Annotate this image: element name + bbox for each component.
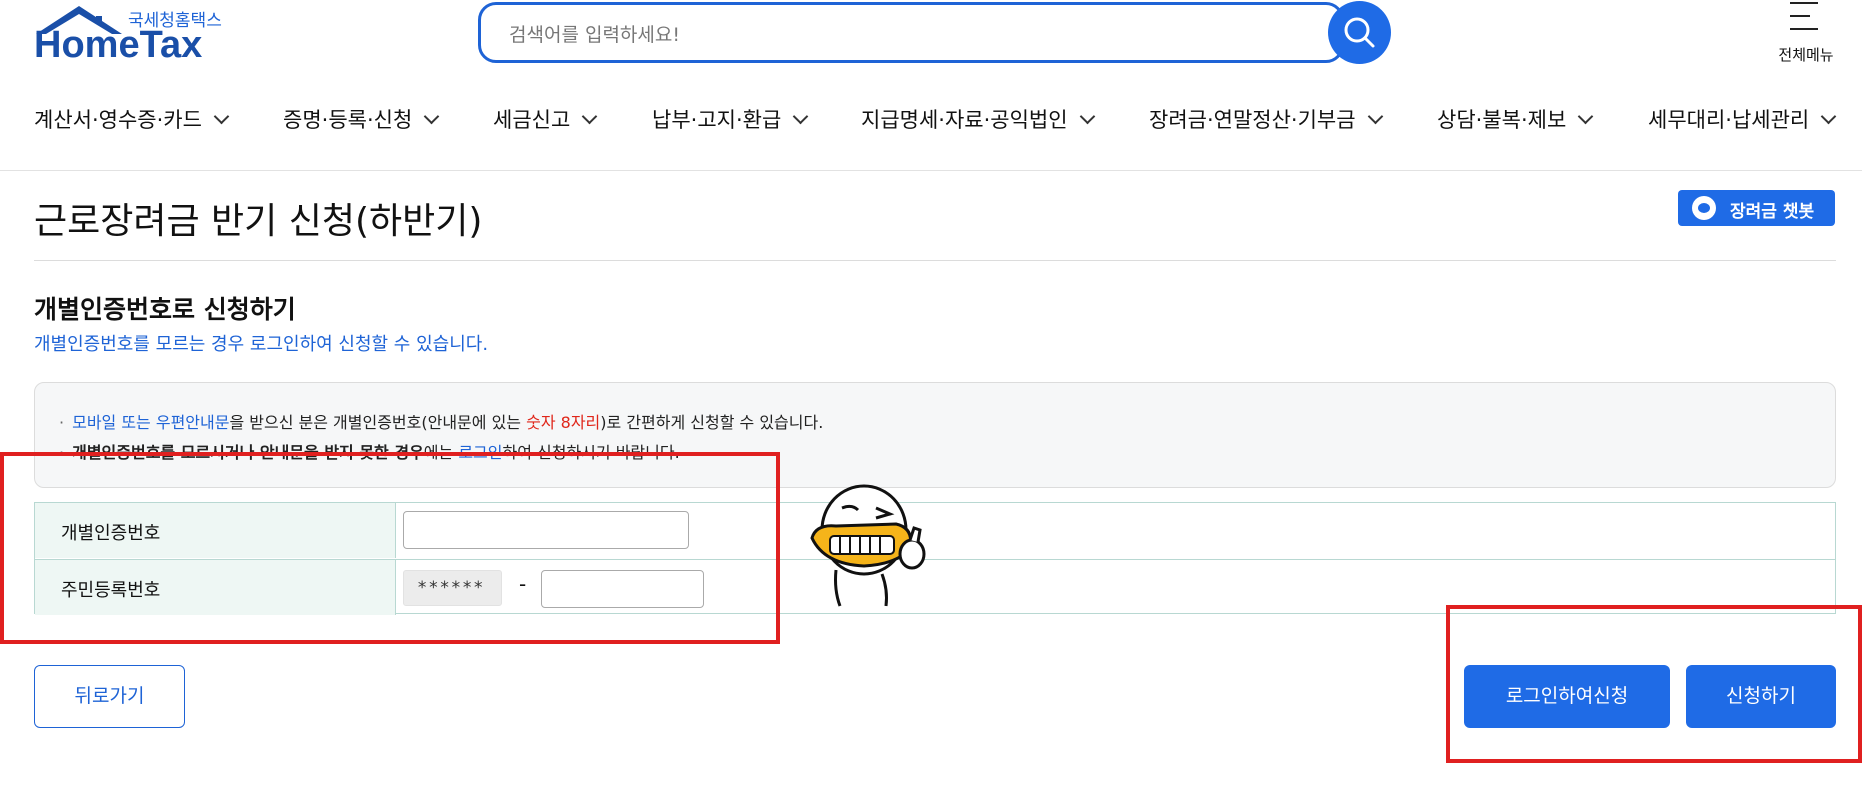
chevron-down-icon [1079,108,1095,125]
nav-item-tax-filing[interactable]: 세금신고 [493,104,598,134]
hamburger-icon [1790,2,1818,41]
chevron-down-icon [424,108,440,125]
chevron-down-icon [1820,108,1837,125]
back-button[interactable]: 뒤로가기 [34,665,185,728]
hometax-logo[interactable]: 국세청홈택스 HomeTax [34,4,234,66]
notice-text: 을 받으신 분은 개별인증번호(안내문에 있는 [229,413,527,432]
nav-item-label: 계산서·영수증·카드 [34,108,202,132]
chevron-down-icon [1367,108,1383,125]
nav-item-incentive[interactable]: 장려금·연말정산·기부금 [1149,104,1383,134]
all-menu-button[interactable]: 전체메뉴 [1766,0,1846,70]
nav-item-label: 세무대리·납세관리 [1648,108,1810,132]
nav-divider [0,170,1862,171]
notice-emphasis: 숫자 8자리 [526,413,601,432]
main-nav: 계산서·영수증·카드 증명·등록·신청 세금신고 납부·고지·환급 지급명세·자… [0,98,1862,142]
chevron-down-icon [793,108,809,125]
chatbot-button[interactable]: 장려금 챗봇 [1678,190,1835,226]
chatbot-icon [1692,196,1716,220]
notice-highlight: 모바일 또는 우편안내문 [72,413,230,432]
section-subtitle: 개별인증번호를 모르는 경우 로그인하여 신청할 수 있습니다. [34,334,489,355]
nav-item-label: 납부·고지·환급 [652,108,782,132]
chevron-down-icon [1578,108,1594,125]
page-title: 근로장려금 반기 신청(하반기) [34,201,483,242]
nav-item-certificate[interactable]: 증명·등록·신청 [283,104,440,134]
all-menu-label: 전체메뉴 [1778,46,1834,64]
search-icon [1344,17,1375,48]
nav-item-statements[interactable]: 지급명세·자료·공익법인 [861,104,1095,134]
nav-item-label: 장려금·연말정산·기부금 [1149,108,1356,132]
logo-text: HomeTax [34,24,203,66]
annotation-highlight-form [0,452,780,644]
search-button[interactable] [1328,1,1391,64]
nav-item-payment[interactable]: 납부·고지·환급 [652,104,809,134]
nav-item-label: 지급명세·자료·공익법인 [861,108,1068,132]
annotation-highlight-buttons [1446,605,1862,763]
notice-text: )로 간편하게 신청할 수 있습니다. [600,413,824,432]
nav-item-invoice[interactable]: 계산서·영수증·카드 [34,104,230,134]
nav-item-label: 상담·불복·제보 [1437,108,1567,132]
chatbot-label: 장려금 챗봇 [1730,202,1815,222]
nav-item-tax-agent[interactable]: 세무대리·납세관리 [1648,104,1837,134]
search-input[interactable] [507,19,1291,51]
chevron-down-icon [213,108,230,125]
search-bar [478,2,1344,63]
nav-item-label: 증명·등록·신청 [283,108,413,132]
notice-line-1: · 모바일 또는 우편안내문을 받으신 분은 개별인증번호(안내문에 있는 숫자 … [59,413,824,432]
chevron-down-icon [582,108,598,125]
title-divider [34,260,1836,261]
section-title: 개별인증번호로 신청하기 [34,295,296,324]
nav-item-label: 세금신고 [493,108,571,132]
nav-item-consult[interactable]: 상담·불복·제보 [1437,104,1594,134]
mascot-character-icon [810,484,926,607]
